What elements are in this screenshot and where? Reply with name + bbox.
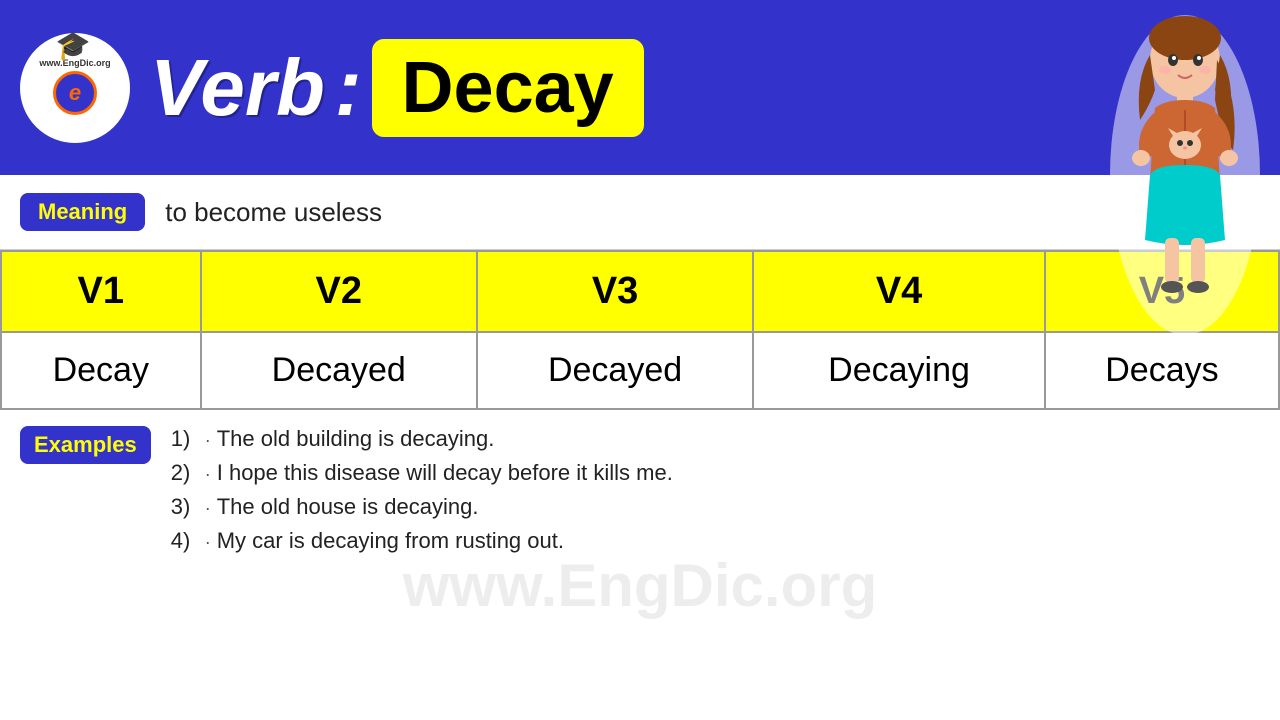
val-v5: Decays <box>1045 332 1279 409</box>
girl-illustration <box>1105 0 1265 340</box>
col-v4: V4 <box>753 251 1045 332</box>
examples-section: Examples 1) · The old building is decayi… <box>0 410 1280 578</box>
val-v3: Decayed <box>477 332 753 409</box>
ex-num-3: 3) <box>171 494 199 520</box>
col-v3: V3 <box>477 251 753 332</box>
main-word: Decay <box>402 47 614 129</box>
meaning-row: Meaning to become useless <box>0 175 1280 250</box>
meaning-badge: Meaning <box>20 193 145 231</box>
word-badge: Decay <box>372 39 644 137</box>
verb-forms-table: V1 V2 V3 V4 V5 Decay Decayed Decayed Dec… <box>0 250 1280 410</box>
verb-label: Verb <box>150 42 325 134</box>
example-2: 2) · I hope this disease will decay befo… <box>171 460 673 486</box>
table-data-row: Decay Decayed Decayed Decaying Decays <box>1 332 1279 409</box>
col-v2: V2 <box>201 251 477 332</box>
val-v4: Decaying <box>753 332 1045 409</box>
title-area: Verb : Decay <box>150 39 1260 137</box>
header-section: www.EngDic.org e 🎓 Verb : Decay <box>0 0 1280 175</box>
logo-e-letter: e <box>69 80 81 106</box>
content-area: Meaning to become useless V1 V2 V3 V4 V5… <box>0 175 1280 578</box>
example-3: 3) · The old house is decaying. <box>171 494 673 520</box>
example-4: 4) · My car is decaying from rusting out… <box>171 528 673 554</box>
val-v2: Decayed <box>201 332 477 409</box>
col-v1: V1 <box>1 251 201 332</box>
ex-text-2: I hope this disease will decay before it… <box>217 460 673 486</box>
ex-num-1: 1) <box>171 426 199 452</box>
logo-e-circle: e <box>53 71 97 115</box>
meaning-text: to become useless <box>165 197 382 228</box>
val-v1: Decay <box>1 332 201 409</box>
ex-text-1: The old building is decaying. <box>217 426 495 452</box>
ex-num-4: 4) <box>171 528 199 554</box>
logo: www.EngDic.org e 🎓 <box>20 33 130 143</box>
ex-text-3: The old house is decaying. <box>217 494 479 520</box>
ex-num-2: 2) <box>171 460 199 486</box>
graduation-cap-icon: 🎓 <box>56 29 91 62</box>
examples-badge: Examples <box>20 426 151 464</box>
ex-text-4: My car is decaying from rusting out. <box>217 528 564 554</box>
examples-list: 1) · The old building is decaying. 2) · … <box>171 426 673 562</box>
table-header-row: V1 V2 V3 V4 V5 <box>1 251 1279 332</box>
example-1: 1) · The old building is decaying. <box>171 426 673 452</box>
colon: : <box>335 42 362 134</box>
